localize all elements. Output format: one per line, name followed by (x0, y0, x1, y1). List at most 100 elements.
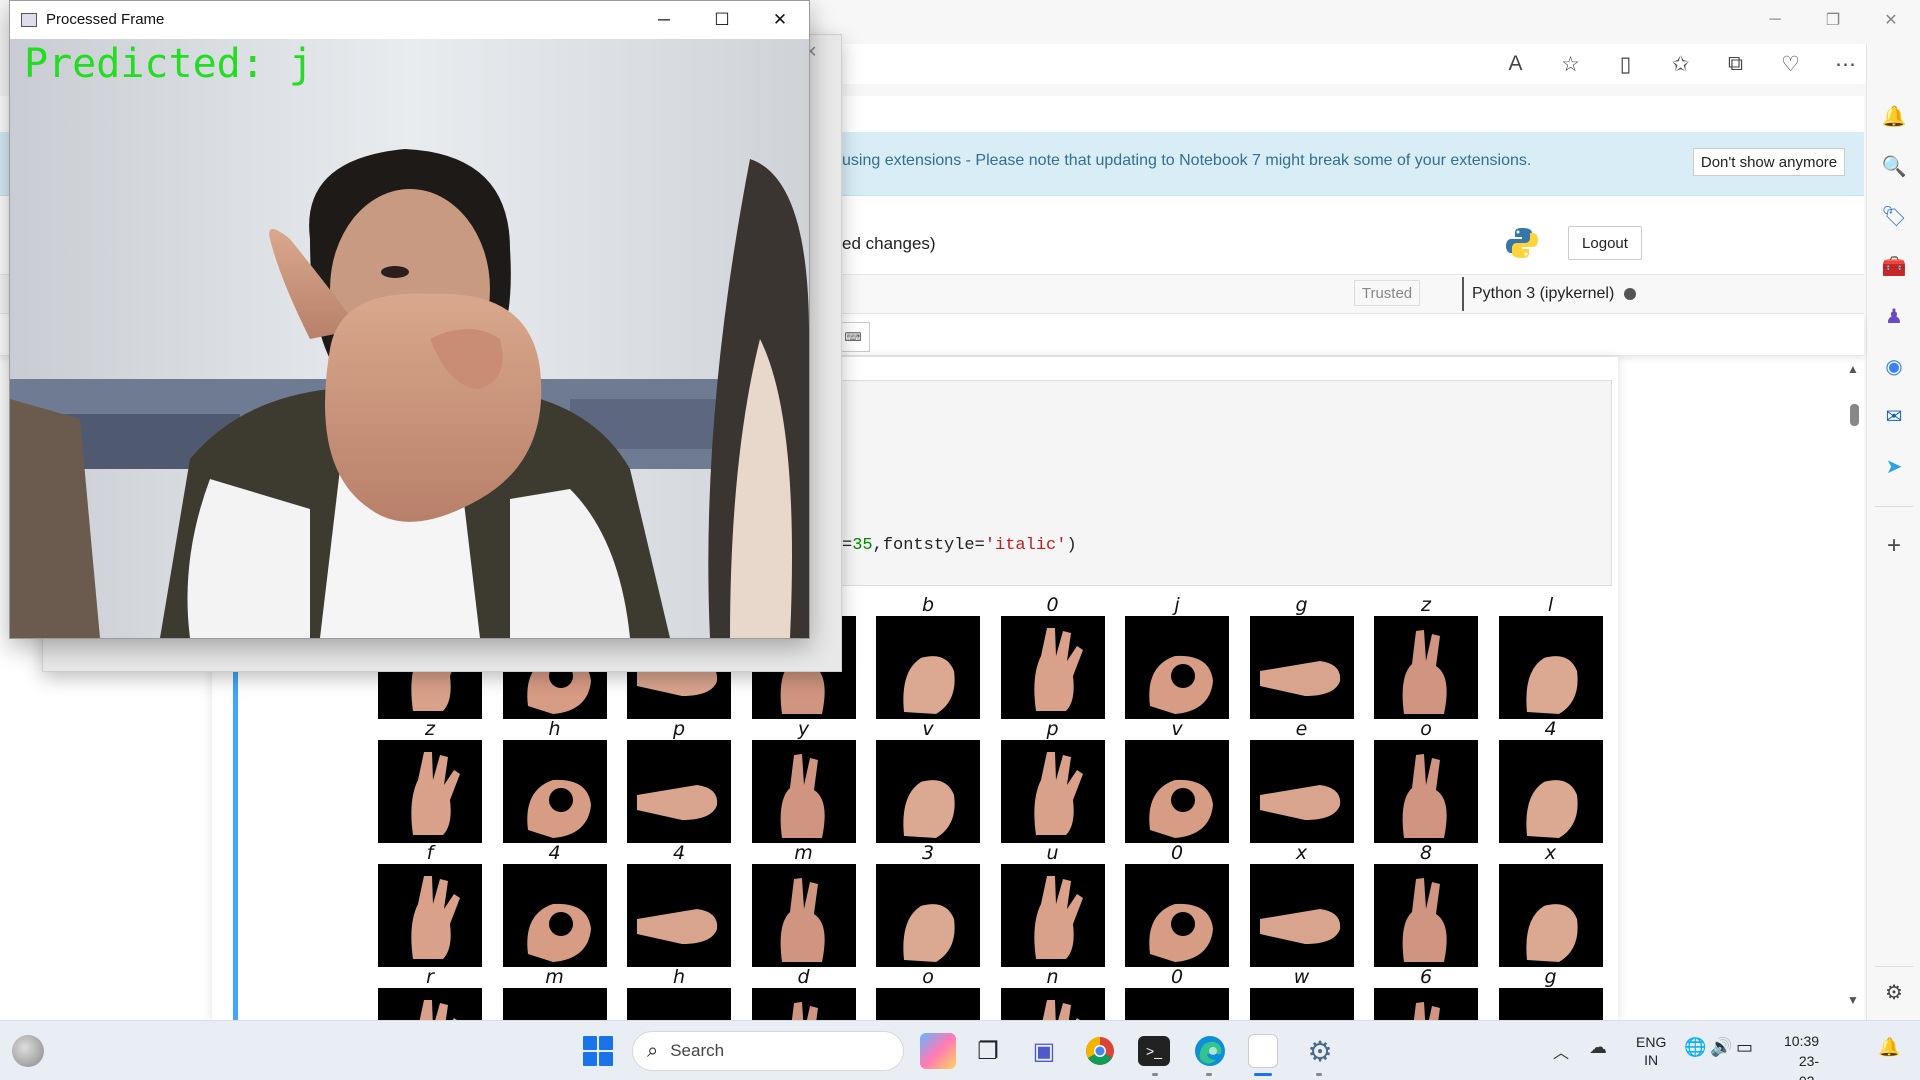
webcam-video-frame: Predicted: j (10, 39, 809, 638)
shopping-tag-icon[interactable]: 🏷 (1878, 200, 1910, 232)
sign-label: 4 (548, 842, 561, 864)
sign-label: h (672, 966, 686, 988)
app-window-icon (21, 13, 37, 27)
browser-close-button[interactable]: ✕ (1862, 0, 1920, 40)
sign-hand-image (1498, 864, 1603, 967)
terminal-icon[interactable]: >_ (1138, 1036, 1170, 1066)
collections-icon[interactable]: ⧉ (1708, 48, 1763, 80)
sign-label: 6 (1419, 966, 1433, 988)
start-windows-icon[interactable] (583, 1036, 613, 1066)
outlook-icon[interactable]: ✉ (1878, 400, 1910, 432)
sign-hand-image (1498, 988, 1603, 1020)
sign-hand-image (1374, 988, 1478, 1020)
trusted-badge[interactable]: Trusted (1354, 280, 1420, 306)
code-string: 'italic' (984, 536, 1067, 555)
sign-hand-image (876, 988, 980, 1020)
clock-date: 23-02-2024 (1798, 1053, 1820, 1080)
code-token: ,fontstyle= (872, 536, 985, 555)
sign-hand-image (627, 988, 731, 1020)
sign-label: 8 (1419, 842, 1433, 864)
scrollbar-thumb[interactable] (1850, 404, 1859, 426)
close-button[interactable]: ✕ (751, 1, 809, 39)
notifications-bell-icon[interactable]: 🔔 (1878, 100, 1910, 132)
scroll-up-arrow-icon[interactable]: ▲ (1847, 362, 1859, 376)
split-screen-icon[interactable]: ▯ (1598, 48, 1653, 80)
sign-hand-image (876, 740, 980, 843)
sign-label: 4 (672, 842, 686, 864)
sign-label: f (426, 842, 434, 864)
code-token: ) (1066, 536, 1077, 555)
task-view-icon[interactable]: ❐ (970, 1033, 1006, 1069)
clock-time: 10:39 (1784, 1033, 1820, 1049)
sign-hand-image (1249, 616, 1354, 719)
sign-hand-image (751, 864, 856, 967)
tools-toolbox-icon[interactable]: 🧰 (1878, 250, 1910, 282)
scroll-down-arrow-icon[interactable]: ▼ (1847, 993, 1859, 1007)
sign-label: g (1295, 594, 1308, 616)
taskbar-search-box[interactable]: ⌕ Search (632, 1031, 904, 1071)
code-cell-input[interactable] (830, 380, 1612, 586)
show-hidden-icons-chevron-icon[interactable]: ︿ (1553, 1039, 1569, 1063)
sign-hand-image (1125, 616, 1229, 719)
sign-hand-image (1125, 864, 1229, 967)
onedrive-cloud-icon[interactable]: ☁ (1589, 1037, 1607, 1058)
kernel-name: Python 3 (ipykernel) (1472, 285, 1615, 302)
sign-hand-image (1125, 988, 1229, 1020)
logout-button[interactable]: Logout (1568, 226, 1642, 260)
kernel-status-dot (1624, 288, 1637, 300)
battery-icon[interactable]: ▭ (1736, 1037, 1753, 1058)
sign-hand-image (1125, 740, 1229, 843)
sign-hand-image (1498, 740, 1603, 843)
sign-label: o (1420, 718, 1432, 740)
browser-restore-button[interactable]: ❐ (1804, 0, 1862, 40)
favorite-star-icon[interactable]: ☆ (1543, 48, 1598, 80)
maximize-button[interactable]: ☐ (693, 1, 751, 39)
notification-bell-icon[interactable]: 🔔 (1878, 1037, 1900, 1058)
sign-hand-image (1374, 740, 1478, 843)
volume-icon[interactable]: 🔊 (1710, 1037, 1732, 1058)
dont-show-anymore-button[interactable]: Don't show anymore (1693, 148, 1845, 176)
code-number: 35 (852, 536, 873, 555)
office-icon[interactable]: ◉ (1878, 350, 1910, 382)
more-options-icon[interactable]: ⋯ (1818, 48, 1873, 80)
sign-hand-image (502, 864, 607, 967)
sign-hand-image (1498, 616, 1603, 719)
clock[interactable]: 10:39 23-02-2024 (1784, 1031, 1819, 1080)
language-indicator[interactable]: ENG IN (1636, 1033, 1666, 1069)
browser-essentials-icon[interactable]: ♡ (1763, 48, 1818, 80)
region-code: IN (1644, 1052, 1659, 1068)
widgets-icon[interactable] (12, 1035, 44, 1067)
sign-hand-image (502, 988, 607, 1020)
code-token: = (842, 536, 853, 555)
sign-label: b (921, 594, 935, 616)
teams-meet-icon[interactable]: ▣ (1026, 1033, 1062, 1069)
settings-gear-icon[interactable]: ⚙ (1878, 976, 1910, 1008)
sign-label: 0 (1046, 594, 1059, 616)
notepad-icon[interactable] (1248, 1034, 1278, 1068)
sign-label: o (922, 966, 934, 988)
chrome-icon[interactable] (1082, 1033, 1118, 1069)
favorites-icon[interactable]: ✩ (1653, 48, 1708, 80)
language-code: ENG (1636, 1034, 1667, 1050)
network-globe-icon[interactable]: 🌐 (1684, 1037, 1706, 1058)
sign-label: d (797, 966, 810, 988)
kernel-indicator[interactable]: Python 3 (ipykernel) (1462, 277, 1637, 311)
games-icon[interactable]: ♟ (1878, 300, 1910, 332)
search-icon[interactable]: 🔍 (1878, 150, 1910, 182)
sign-label: y (797, 718, 810, 740)
sign-label: v (1171, 718, 1183, 740)
frame-titlebar[interactable]: Processed Frame ─ ☐ ✕ (10, 1, 809, 39)
copilot-pre-icon[interactable] (920, 1033, 956, 1069)
read-aloud-icon[interactable]: A (1488, 48, 1543, 80)
sign-label: 0 (1170, 966, 1184, 988)
settings-icon[interactable]: ⚙ (1302, 1033, 1338, 1069)
add-icon[interactable]: + (1878, 530, 1910, 562)
sign-label: e (1295, 718, 1308, 740)
sign-hand-image (378, 740, 482, 843)
edge-icon[interactable] (1192, 1033, 1228, 1069)
browser-minimize-button[interactable]: ─ (1746, 0, 1804, 40)
telegram-icon[interactable]: ➤ (1878, 450, 1910, 482)
sign-hand-image (1000, 616, 1105, 719)
sign-label: j (1174, 594, 1180, 616)
minimize-button[interactable]: ─ (635, 1, 693, 39)
